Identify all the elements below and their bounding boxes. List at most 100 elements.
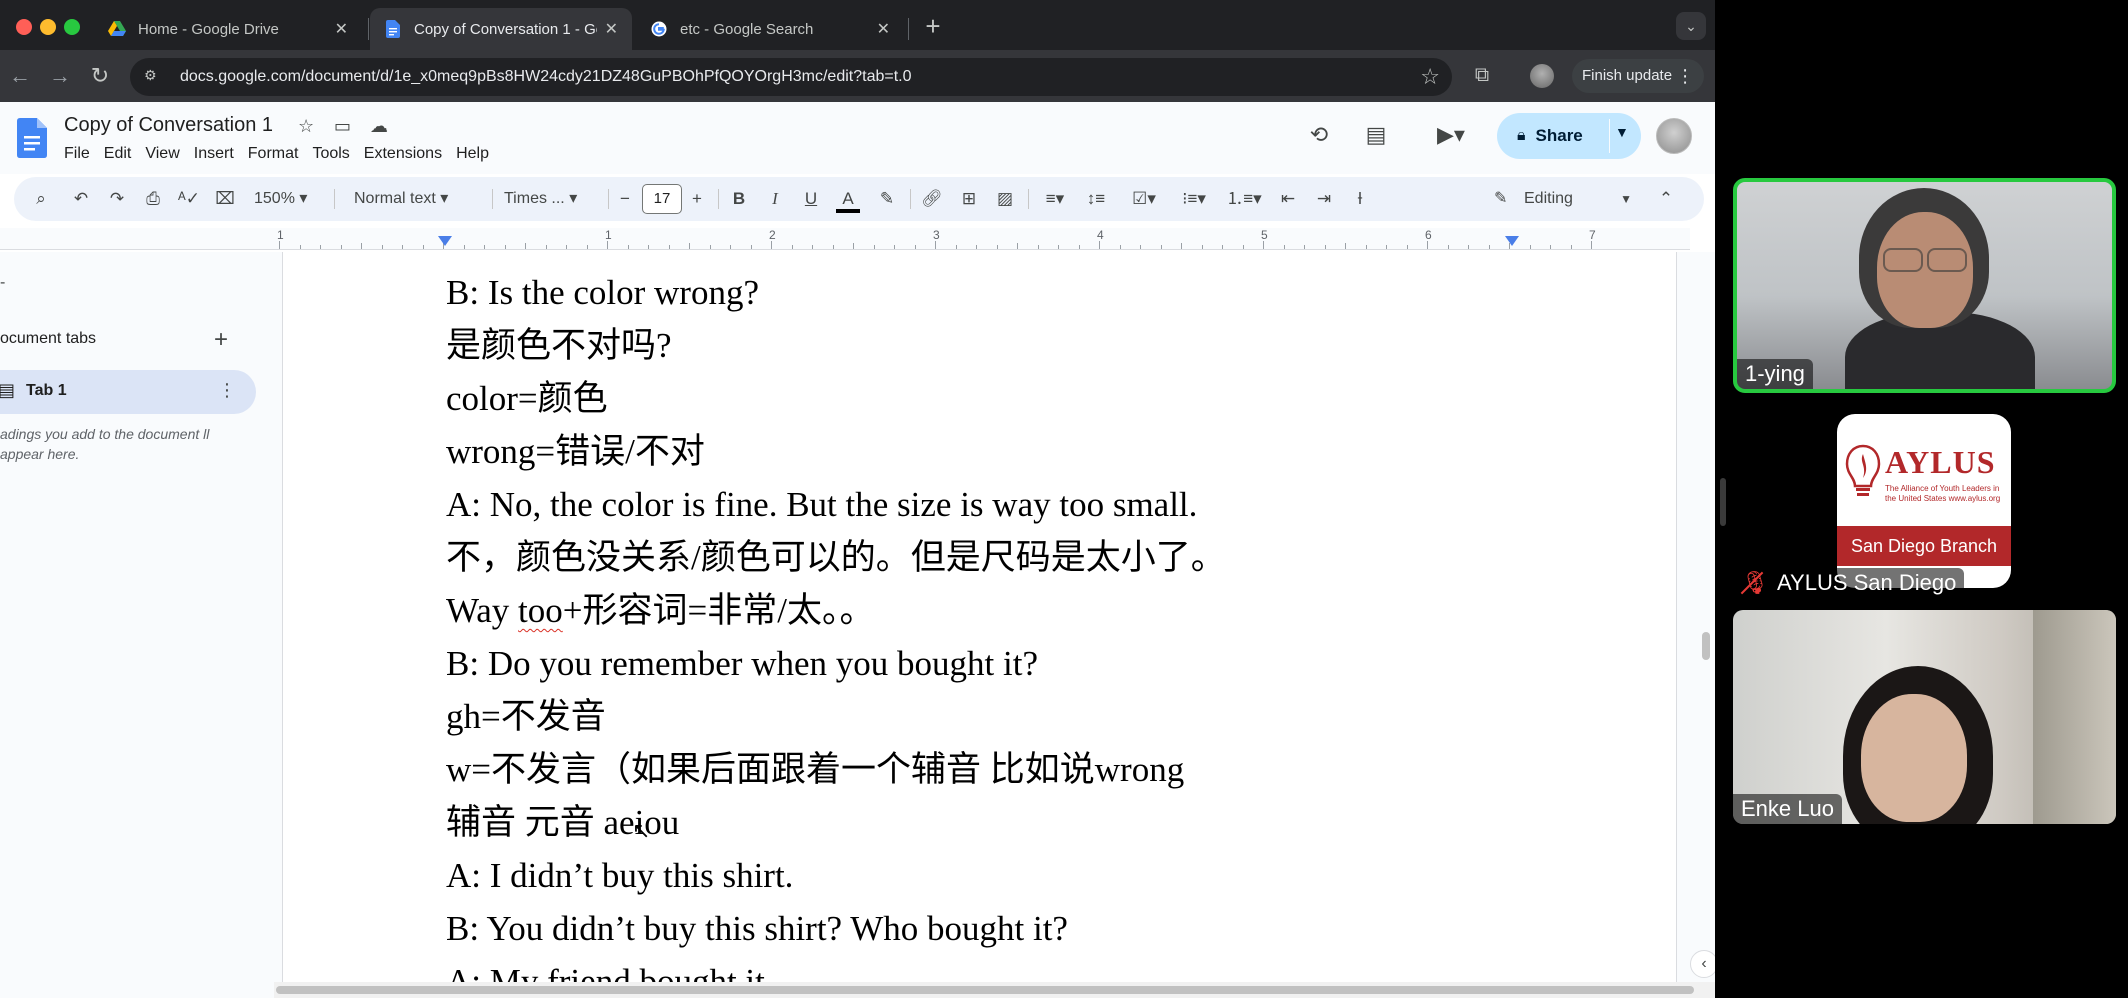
doc-paragraph[interactable]: 是颜色不对吗? — [446, 319, 1226, 372]
font-size-input[interactable]: 17 — [642, 184, 682, 214]
close-tab-icon[interactable]: ✕ — [335, 19, 348, 39]
vertical-scrollbar-thumb[interactable] — [1702, 632, 1710, 660]
style-select[interactable]: Normal text ▾ — [354, 187, 484, 211]
checklist-icon[interactable]: ☑▾ — [1124, 187, 1164, 211]
bold-button[interactable]: B — [728, 187, 750, 211]
cloud-saved-icon[interactable]: ☁ — [370, 116, 388, 137]
doc-paragraph[interactable]: 不，颜色没关系/颜色可以的。但是尺码是太小了。 — [446, 531, 1226, 584]
menu-format[interactable]: Format — [248, 143, 299, 165]
doc-paragraph[interactable]: wrong=错误/不对 — [446, 425, 1226, 478]
participant-video-enke-luo[interactable]: Enke Luo — [1733, 610, 2116, 824]
document-page[interactable]: B: Is the color wrong? 是颜色不对吗? color=颜色 … — [282, 252, 1677, 982]
text-color-button[interactable]: A — [836, 187, 860, 213]
spellcheck-icon[interactable]: ᴬ✓ — [178, 187, 200, 211]
extensions-puzzle-icon[interactable]: ⧉ — [1470, 64, 1494, 88]
finish-update-button[interactable]: Finish update ⋮ — [1572, 59, 1705, 93]
browser-tab-search[interactable]: etc - Google Search ✕ — [636, 8, 904, 50]
close-tab-icon[interactable]: ✕ — [605, 19, 618, 39]
bulleted-list-icon[interactable]: ⁝≡▾ — [1174, 187, 1214, 211]
forward-button[interactable]: → — [46, 62, 74, 90]
menu-help[interactable]: Help — [456, 143, 489, 165]
hide-menus-chevron-up-icon[interactable]: ⌃ — [1654, 187, 1678, 211]
undo-icon[interactable]: ↶ — [70, 187, 92, 211]
google-docs-logo-icon[interactable] — [17, 118, 47, 158]
back-button[interactable]: ← — [6, 62, 34, 90]
doc-paragraph[interactable]: A: My friend bought it. — [446, 955, 1226, 982]
add-comment-icon[interactable]: ⊞ — [958, 187, 980, 211]
meet-video-icon[interactable]: ▶▾ — [1426, 122, 1476, 148]
share-button[interactable]: 🔒︎ Share ▼ — [1497, 113, 1641, 159]
panel-resize-handle[interactable] — [1720, 478, 1726, 526]
doc-paragraph[interactable]: w=不发言（如果后面跟着一个辅音 比如说wrong — [446, 743, 1226, 796]
comments-icon[interactable]: ▤ — [1362, 122, 1390, 148]
increase-font-size-button[interactable]: + — [686, 187, 708, 211]
font-select[interactable]: Times ... ▾ — [504, 187, 604, 211]
browser-tab-docs[interactable]: Copy of Conversation 1 - Goo ✕ — [370, 8, 632, 50]
zoom-select[interactable]: 150% ▾ — [254, 187, 320, 211]
redo-icon[interactable]: ↷ — [106, 187, 128, 211]
doc-paragraph[interactable]: gh=不发音 — [446, 690, 1226, 743]
horizontal-scrollbar[interactable] — [274, 982, 1715, 998]
paint-format-icon[interactable]: ⌧ — [214, 187, 236, 211]
reload-button[interactable]: ↻ — [86, 62, 114, 90]
doc-paragraph[interactable]: A: No, the color is fine. But the size i… — [446, 478, 1226, 531]
document-tab-label[interactable]: Tab 1 — [26, 382, 67, 400]
account-avatar[interactable] — [1656, 118, 1692, 154]
maximize-window-button[interactable] — [64, 19, 80, 35]
editing-mode-select[interactable]: ✎ Editing ▼ — [1480, 183, 1642, 215]
menu-insert[interactable]: Insert — [194, 143, 234, 165]
doc-paragraph[interactable]: color=颜色 — [446, 372, 1226, 425]
add-tab-plus-icon[interactable]: + — [214, 326, 228, 354]
left-indent-marker[interactable] — [438, 236, 452, 246]
site-info-icon[interactable]: ⚙ — [144, 67, 164, 87]
document-title[interactable]: Copy of Conversation 1 — [64, 114, 273, 137]
sidebar-back-arrow-icon[interactable]: - — [0, 274, 5, 292]
numbered-list-icon[interactable]: ⒈≡▾ — [1224, 187, 1264, 211]
document-body[interactable]: B: Is the color wrong? 是颜色不对吗? color=颜色 … — [446, 266, 1226, 982]
doc-paragraph[interactable]: A: I didn’t buy this shirt. — [446, 849, 1226, 902]
browser-tab-drive[interactable]: Home - Google Drive ✕ — [94, 8, 362, 50]
participant-video-1ying[interactable]: 1-ying — [1733, 178, 2116, 393]
version-history-icon[interactable]: ⟲ — [1305, 122, 1333, 148]
bookmark-star-icon[interactable]: ☆ — [1420, 64, 1440, 90]
address-bar[interactable]: ⚙ docs.google.com/document/d/1e_x0meq9pB… — [130, 58, 1452, 96]
clear-formatting-icon[interactable]: Ɨ — [1348, 187, 1372, 211]
spelling-error-word[interactable]: too — [518, 591, 563, 630]
underline-button[interactable]: U — [800, 187, 822, 211]
chevron-down-icon[interactable]: ▼ — [1615, 124, 1629, 140]
doc-paragraph[interactable]: 辅音 元音 aeiou — [446, 796, 1226, 849]
search-menus-icon[interactable]: ⌕ — [30, 187, 52, 211]
line-spacing-icon[interactable]: ↕≡ — [1084, 187, 1108, 211]
right-indent-marker[interactable] — [1505, 236, 1519, 246]
tab-search-button[interactable]: ⌄ — [1676, 12, 1706, 40]
insert-link-icon[interactable]: 🔗︎ — [920, 187, 944, 211]
print-icon[interactable]: ⎙ — [142, 187, 164, 211]
move-folder-icon[interactable]: ▭ — [334, 116, 351, 137]
align-left-icon[interactable]: ≡▾ — [1038, 187, 1072, 211]
menu-tools[interactable]: Tools — [312, 143, 349, 165]
decrease-indent-icon[interactable]: ⇤ — [1276, 187, 1300, 211]
doc-paragraph[interactable]: B: Is the color wrong? — [446, 266, 1226, 319]
minimize-window-button[interactable] — [40, 19, 56, 35]
close-tab-icon[interactable]: ✕ — [877, 19, 890, 39]
tab-more-options-icon[interactable]: ⋮ — [218, 380, 236, 401]
menu-extensions[interactable]: Extensions — [364, 143, 442, 165]
doc-paragraph[interactable]: B: You didn’t buy this shirt? Who bought… — [446, 902, 1226, 955]
highlight-pen-icon[interactable]: ✎ — [876, 187, 898, 211]
new-tab-button[interactable]: + — [916, 10, 950, 42]
increase-indent-icon[interactable]: ⇥ — [1312, 187, 1336, 211]
menu-file[interactable]: File — [64, 143, 90, 165]
horizontal-scrollbar-thumb[interactable] — [276, 986, 1694, 994]
menu-edit[interactable]: Edit — [104, 143, 132, 165]
doc-paragraph[interactable]: B: Do you remember when you bought it? — [446, 637, 1226, 690]
close-window-button[interactable] — [16, 19, 32, 35]
browser-profile-avatar[interactable] — [1530, 64, 1554, 88]
insert-image-icon[interactable]: ▨ — [994, 187, 1016, 211]
doc-paragraph[interactable]: Way too+形容词=非常/太。。 — [446, 584, 1226, 637]
chevron-left-icon[interactable]: ‹ — [1690, 950, 1715, 978]
italic-button[interactable]: I — [764, 187, 786, 211]
decrease-font-size-button[interactable]: − — [614, 187, 636, 211]
menu-view[interactable]: View — [145, 143, 179, 165]
star-icon[interactable]: ☆ — [298, 116, 314, 137]
participant-video-aylus[interactable]: AYLUS The Alliance of Youth Leaders in t… — [1837, 414, 2011, 588]
